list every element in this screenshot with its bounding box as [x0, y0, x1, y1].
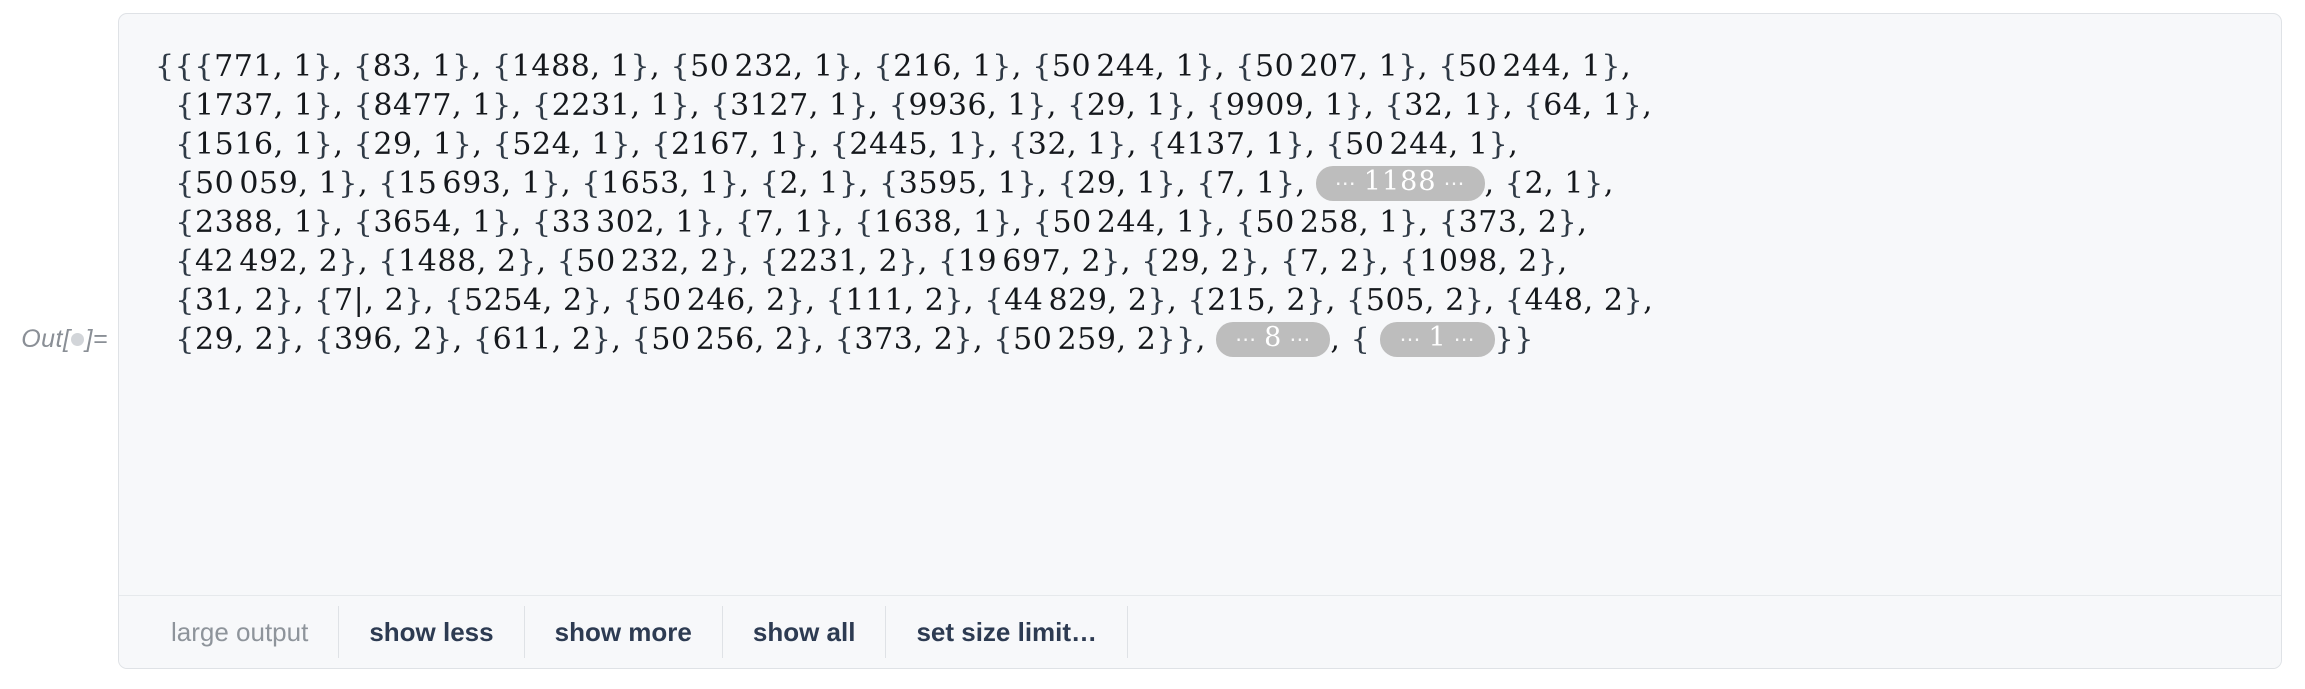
expression-line: {1516, 1}, {29, 1}, {524, 1}, {2167, 1},… [175, 127, 1519, 162]
out-label: Out[ ]= [18, 325, 108, 354]
output-cell[interactable]: {{{771, 1}, {83, 1}, {1488, 1}, {50 232, … [118, 13, 2282, 669]
collapsed-dot-icon [71, 333, 85, 346]
expression-line: {50 059, 1}, {15 693, 1}, {1653, 1}, {2, 1… [175, 166, 1614, 201]
elided-count-value: 8 [1264, 322, 1283, 353]
expression-line: {{{771, 1}, {83, 1}, {1488, 1}, {50 232, … [155, 49, 1632, 84]
set-size-limit-button[interactable]: set size limit… [886, 615, 1127, 649]
show-less-button[interactable]: show less [339, 615, 523, 649]
out-label-prefix: Out[ [21, 325, 71, 353]
large-output-status-label: large output [171, 617, 309, 647]
expression-line: {1737, 1}, {8477, 1}, {2231, 1}, {3127, … [175, 88, 1653, 123]
elide-dots-left: ⋯ [1399, 327, 1422, 351]
elided-count-badge[interactable]: ⋯ 8 ⋯ [1216, 322, 1331, 357]
expression-line: {2388, 1}, {3654, 1}, {33 302, 1}, {7, 1}… [175, 205, 1588, 240]
expression-text: {{{771, 1}, {83, 1}, {1488, 1}, {50 232, … [155, 47, 2245, 359]
elide-dots-right: ⋯ [1453, 327, 1476, 351]
elided-count-value: 1 [1428, 322, 1447, 353]
elide-dots-left: ⋯ [1334, 171, 1357, 195]
elided-count-value: 1188 [1363, 166, 1437, 197]
show-more-button[interactable]: show more [525, 615, 722, 649]
toolbar-separator [1127, 606, 1129, 658]
elided-count-badge[interactable]: ⋯ 1 ⋯ [1380, 322, 1495, 357]
output-expression-area: {{{771, 1}, {83, 1}, {1488, 1}, {50 232, … [119, 14, 2281, 359]
out-label-suffix: ]= [85, 325, 108, 353]
expression-line: {29, 2}, {396, 2}, {611, 2}, {50 256, 2},… [175, 322, 1535, 357]
elide-dots-left: ⋯ [1235, 327, 1258, 351]
elide-dots-right: ⋯ [1289, 327, 1312, 351]
notebook-output-cell-page: Out[ ]= {{{771, 1}, {83, 1}, {1488, 1}, {… [0, 0, 2305, 689]
show-all-button[interactable]: show all [723, 615, 886, 649]
elided-count-badge[interactable]: ⋯ 1188 ⋯ [1315, 166, 1485, 201]
expression-line: {31, 2}, {7|, 2}, {5254, 2}, {50 246, 2},… [175, 283, 1654, 318]
output-size-toolbar: large output show less show more show al… [119, 595, 2281, 668]
expression-line: {42 492, 2}, {1488, 2}, {50 232, 2}, {2231… [175, 244, 1568, 279]
elide-dots-right: ⋯ [1443, 171, 1466, 195]
